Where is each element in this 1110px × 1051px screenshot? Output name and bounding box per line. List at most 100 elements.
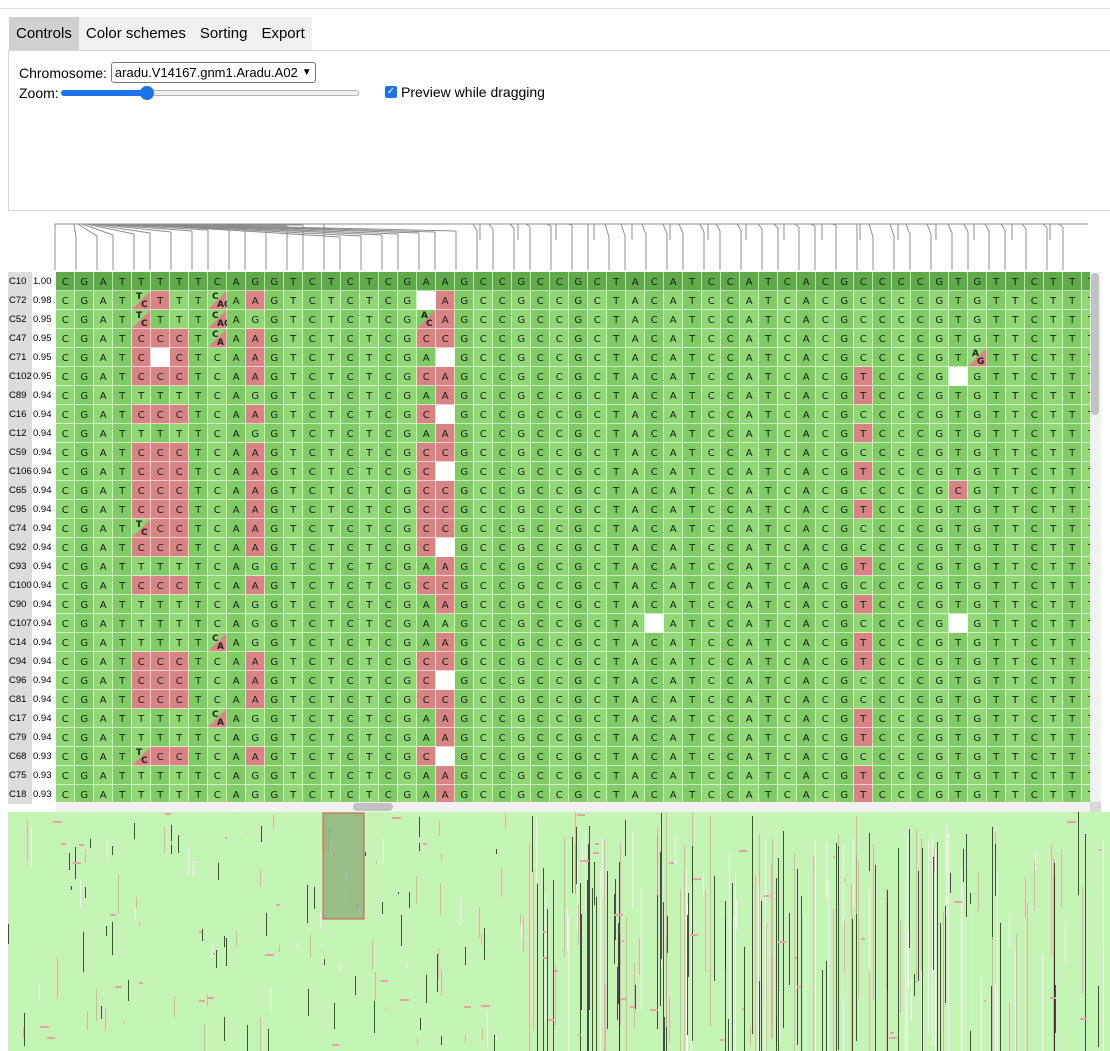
zoom-slider[interactable] <box>60 86 361 100</box>
base-letter: A <box>632 391 639 402</box>
base-letter: C <box>347 752 354 763</box>
row-label[interactable]: C74 0.94 <box>8 519 55 538</box>
row-label[interactable]: C89 0.94 <box>8 386 55 405</box>
base-letter: A <box>746 467 753 478</box>
base-letter: C <box>860 676 867 687</box>
base-letter: C <box>537 315 544 326</box>
base-letter: G <box>80 277 88 288</box>
chromosome-select[interactable]: aradu.V14167.gnm1.Aradu.A02 ▼ <box>110 62 316 83</box>
row-label[interactable]: C47 0.95 <box>8 329 55 348</box>
horizontal-scrollbar-thumb[interactable] <box>353 803 393 811</box>
base-letter: C <box>822 277 829 288</box>
grid-cell[interactable] <box>436 405 455 424</box>
row-label[interactable]: C68 0.93 <box>8 747 55 766</box>
base-letter: T <box>327 410 335 421</box>
row-label[interactable]: C106 0.94 <box>8 462 55 481</box>
row-label[interactable]: C107 0.94 <box>8 614 55 633</box>
base-letter: G <box>935 695 943 706</box>
row-label[interactable]: C102 0.95 <box>8 367 55 386</box>
overview-mark <box>383 839 384 866</box>
row-label[interactable]: C95 0.94 <box>8 500 55 519</box>
row-label[interactable]: C18 0.93 <box>8 785 55 804</box>
grid-cell[interactable] <box>436 747 455 766</box>
row-label[interactable]: C59 0.94 <box>8 443 55 462</box>
overview-mark <box>705 891 706 971</box>
preview-checkbox[interactable]: ✓ <box>385 86 397 98</box>
row-label[interactable]: C52 0.95 <box>8 310 55 329</box>
row-label[interactable]: C93 0.94 <box>8 557 55 576</box>
base-letter: C <box>860 448 867 459</box>
overview-map[interactable] <box>8 812 1110 1051</box>
tab-color-schemes[interactable]: Color schemes <box>79 17 193 50</box>
overview-viewport[interactable] <box>322 812 365 920</box>
base-letter: G <box>935 505 943 516</box>
row-label[interactable]: C14 0.94 <box>8 633 55 652</box>
vertical-scrollbar-thumb[interactable] <box>1091 273 1099 415</box>
base-letter: T <box>118 771 126 782</box>
overview-mark <box>90 839 91 848</box>
base-letter: A <box>670 391 677 402</box>
base-letter: C <box>499 315 506 326</box>
row-label[interactable]: C96 0.94 <box>8 671 55 690</box>
grid-cell[interactable] <box>151 348 170 367</box>
zoom-slider-thumb[interactable] <box>140 86 155 100</box>
base-letter: C <box>784 315 791 326</box>
row-label[interactable]: C12 0.94 <box>8 424 55 443</box>
base-letter: T <box>1011 486 1019 497</box>
base-letter: C <box>594 391 601 402</box>
alignment-grid[interactable]: CGATTTTTCAGGTCTCTCGAAGCCGCCGCTACATCCATCA… <box>56 272 1090 804</box>
base-letter: T <box>954 429 962 440</box>
base-letter: C <box>822 448 829 459</box>
row-label[interactable]: C79 0.94 <box>8 728 55 747</box>
row-label[interactable]: C17 0.94 <box>8 709 55 728</box>
base-letter: C <box>822 353 829 364</box>
row-label[interactable]: C75 0.93 <box>8 766 55 785</box>
vertical-scrollbar[interactable] <box>1090 272 1101 804</box>
base-letter: T <box>118 448 126 459</box>
base-letter: C <box>214 391 221 402</box>
base-letter: T <box>612 752 620 763</box>
base-letter: C <box>347 353 354 364</box>
row-label[interactable]: C10 1.00 <box>8 272 55 291</box>
row-label[interactable]: C65 0.94 <box>8 481 55 500</box>
base-letter: A <box>442 600 449 611</box>
base-letter: C <box>860 334 867 345</box>
row-label[interactable]: C92 0.94 <box>8 538 55 557</box>
tab-sorting[interactable]: Sorting <box>193 17 255 50</box>
base-letter: C <box>214 562 221 573</box>
row-label[interactable]: C71 0.95 <box>8 348 55 367</box>
base-letter: C <box>347 315 354 326</box>
overview-mark <box>733 916 734 1051</box>
base-letter: C <box>537 752 544 763</box>
overview-mark <box>614 894 615 964</box>
grid-cell[interactable] <box>436 348 455 367</box>
grid-cell[interactable] <box>436 538 455 557</box>
grid-cell[interactable] <box>645 614 664 633</box>
base-letter: A <box>233 429 240 440</box>
base-letter: C <box>727 486 734 497</box>
tab-controls[interactable]: Controls <box>9 17 79 50</box>
row-label[interactable]: C100 0.94 <box>8 576 55 595</box>
grid-cell[interactable] <box>436 671 455 690</box>
base-letter: C <box>1031 752 1038 763</box>
grid-cell[interactable] <box>949 367 968 386</box>
base-letter: T <box>688 771 696 782</box>
base-letter: C <box>879 657 886 668</box>
base-letter: C <box>556 657 563 668</box>
row-label[interactable]: C72 0.98 <box>8 291 55 310</box>
overview-mark <box>587 880 588 1051</box>
row-label[interactable]: C94 0.94 <box>8 652 55 671</box>
base-letter: C <box>556 296 563 307</box>
tab-export[interactable]: Export <box>254 17 311 50</box>
grid-cell[interactable] <box>436 462 455 481</box>
base-letter: C <box>556 790 563 801</box>
base-letter: C <box>784 410 791 421</box>
overview-mark <box>797 869 798 1045</box>
base-letter: A <box>442 562 449 573</box>
grid-cell[interactable] <box>417 291 436 310</box>
row-label[interactable]: C81 0.94 <box>8 690 55 709</box>
row-label[interactable]: C16 0.94 <box>8 405 55 424</box>
grid-cell[interactable] <box>949 614 968 633</box>
horizontal-scrollbar[interactable] <box>56 802 1101 812</box>
row-label[interactable]: C90 0.94 <box>8 595 55 614</box>
